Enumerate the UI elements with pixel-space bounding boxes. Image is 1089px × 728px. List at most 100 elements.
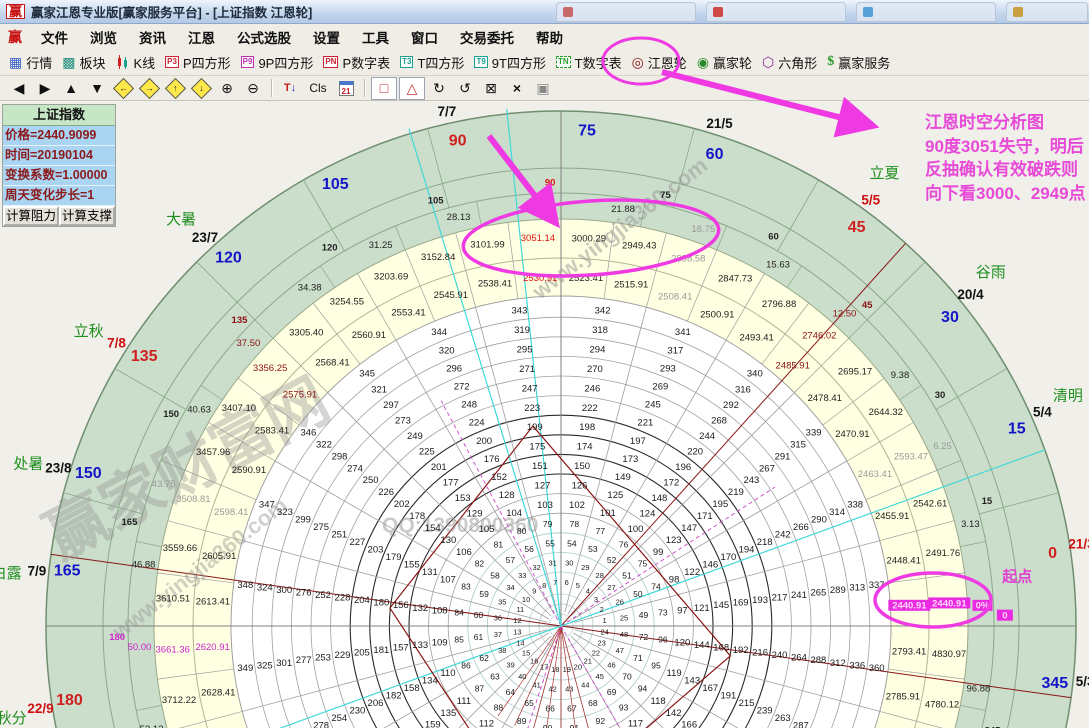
wheel-value: 156 [393,600,409,611]
nav-back-button[interactable]: ◀ [7,78,31,99]
wheel-value: 66 [545,703,555,713]
diamond-up-button[interactable]: ↑ [163,78,187,99]
toolbar-quote-grid[interactable]: ▦行情 [9,53,52,72]
annotation-line: 90度3051失守，明后 [925,135,1089,159]
degree-label: 105 [322,176,349,193]
toolbar-tn[interactable]: TNT数字表 [556,53,622,72]
gann-wheel-icon: ◎ [632,55,644,69]
toolbar-hexagon[interactable]: ⬡六角形 [762,53,817,72]
triangle-tool-button[interactable]: △ [399,77,425,100]
cls-button[interactable]: Cls [304,78,332,99]
screen-tool-button[interactable]: ▣ [531,78,555,99]
date-label: 20/4 [957,287,984,302]
wheel-value: 2590.91 [232,465,266,476]
calc-support-button[interactable]: 计算支撑 [59,206,115,226]
wheel-value: 168 [713,642,729,653]
menu-0[interactable]: 文件 [30,27,79,47]
wheel-value: 2793.41 [892,646,926,657]
rotate-ccw-button[interactable]: ↺ [453,78,477,99]
wheel-value: 321 [371,384,387,395]
wheel-value: 33 [518,571,526,580]
wheel-value: 264 [791,653,807,664]
annotation-line: 江恩时空分析图 [925,111,1089,135]
toolbar-p9[interactable]: P99P四方形 [241,53,314,72]
wheel-value: 84 [454,608,464,618]
wheel-value: 17 [540,662,548,671]
toolbar-dollar[interactable]: $赢家服务 [827,53,890,72]
wheel-value: 314 [829,507,845,518]
calendar-button[interactable]: 21 [334,78,358,99]
diamond-down-button[interactable]: ↓ [189,78,213,99]
diamond-left-button[interactable]: ← [111,78,135,99]
wheel-value: 2 [600,605,604,614]
wheel-value: 57 [506,555,516,565]
wheel-value: 123 [666,535,682,546]
wheel-value: 269 [652,381,668,392]
date-label: 23/7 [192,230,218,245]
wheel-value: 2542.61 [913,499,947,510]
wheel-value: 155 [404,559,420,570]
wheel-value: 14 [516,638,524,647]
menu-6[interactable]: 工具 [351,27,400,47]
toolbar-sector-blocks[interactable]: ▩板块 [62,53,105,72]
wheel-value: 34 [506,583,514,592]
wheel-value: 322 [316,439,332,450]
wheel-value: 132 [412,603,428,614]
boxed-x-button[interactable]: ⊠ [479,78,503,99]
calc-resistance-button[interactable]: 计算阻力 [3,206,59,226]
wheel-value: 167 [702,683,718,694]
wheel-value: 28 [596,571,604,580]
rect-tool-button[interactable]: □ [371,77,397,100]
zoom-in-button[interactable]: ⊕ [215,78,239,99]
menu-9[interactable]: 帮助 [525,27,574,47]
toolbar-gann-wheel[interactable]: ◎江恩轮 [632,53,687,72]
wheel-value: 217 [772,593,788,604]
wheel-value: 2491.76 [926,548,960,559]
t-updown-button[interactable]: T↓ [278,78,302,99]
diamond-right-button[interactable]: → [137,78,161,99]
wheel-value: 11 [516,605,524,614]
zoom-out-button[interactable]: ⊖ [241,78,265,99]
wheel-value: 182 [386,691,402,702]
toolbar-t3[interactable]: T3T四方形 [400,53,464,72]
menu-3[interactable]: 江恩 [177,27,226,47]
menu-7[interactable]: 窗口 [400,27,449,47]
pn-icon: PN [323,56,338,68]
toolbar-kline[interactable]: K线 [116,53,156,72]
wheel-value: 9 [532,587,536,596]
toolbar-t9[interactable]: T99T四方形 [474,53,546,72]
dart-down-button[interactable]: ▼ [85,78,109,99]
rotate-cw-button[interactable]: ↻ [427,78,451,99]
menu-1[interactable]: 浏览 [79,27,128,47]
dart-up-button[interactable]: ▲ [59,78,83,99]
date-label: 7/8 [107,336,126,351]
toolbar-p3[interactable]: P3P四方形 [165,53,230,72]
t3-icon: T3 [400,56,413,68]
menu-5[interactable]: 设置 [302,27,351,47]
menu-4[interactable]: 公式选股 [226,27,302,47]
wheel-value: 2463.41 [858,469,892,480]
wheel-value: 296 [446,363,462,374]
panel-row-3: 周天变化步长=1 [3,186,115,206]
wheel-value: 299 [295,514,311,525]
wheel-value: 111 [457,696,471,707]
menu-8[interactable]: 交易委托 [449,27,525,47]
menu-2[interactable]: 资讯 [128,27,177,47]
cross-arrows-button[interactable]: × [505,78,529,99]
wheel-value: 12 [513,616,521,625]
wheel-value: 263 [775,713,791,724]
nav-forward-button[interactable]: ▶ [33,78,57,99]
wheel-value: 95 [651,660,661,670]
wheel-value: 290 [811,514,827,525]
toolbar-pn[interactable]: PNP数字表 [323,53,390,72]
wheel-value: 110 [440,668,455,679]
main-toolbar: ▦行情 ▩板块 K线 P3P四方形 P99P四方形 PNP数字表 T3T四方形 T99T四方形… [0,49,1089,76]
wheel-value: 343 [512,306,528,317]
wheel-value: 154 [425,523,441,534]
wheel-value: 50 [633,589,643,599]
toolbar-winner-wheel[interactable]: ◉赢家轮 [697,53,752,72]
wheel-value: 90 [545,177,556,188]
wheel-value: 49 [639,610,649,620]
wheel-value: 43 [565,685,573,694]
wheel-value: 267 [759,463,775,474]
